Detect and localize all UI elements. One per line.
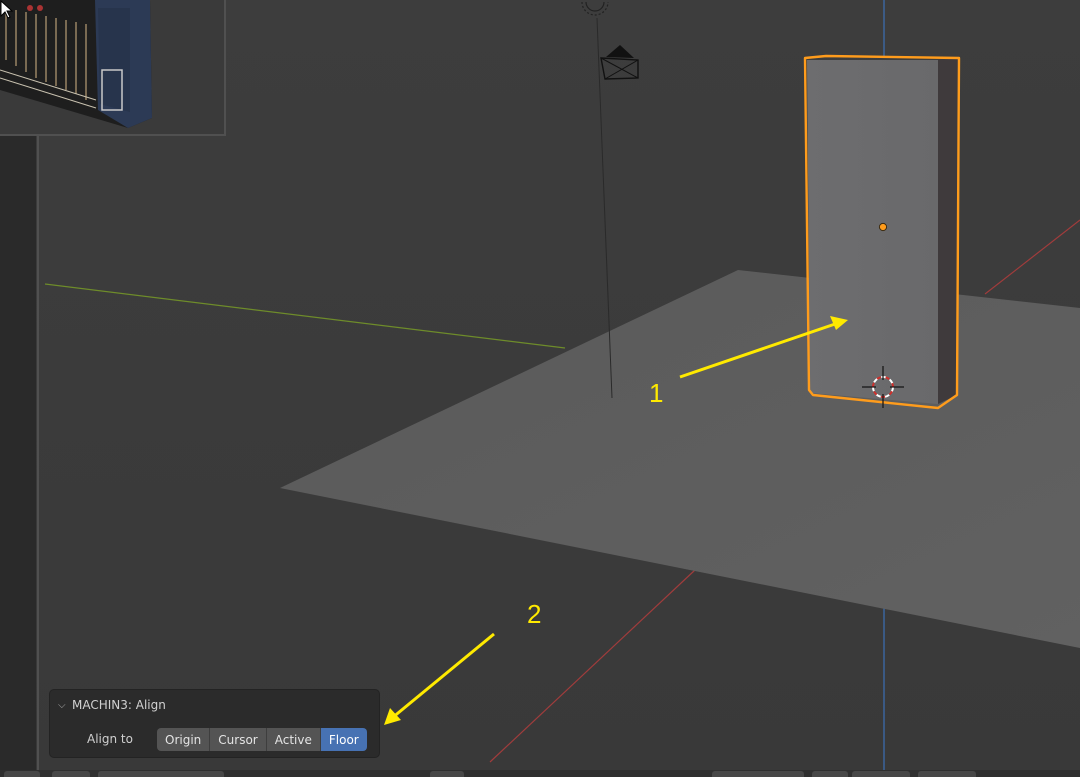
overlay-buttons[interactable] [852, 771, 910, 777]
transform-orientation-dropdown[interactable] [712, 771, 804, 777]
box-side-face [938, 58, 959, 404]
box-front-face[interactable] [807, 60, 938, 404]
interaction-mode-icon-button[interactable] [52, 771, 90, 777]
align-floor-button[interactable]: Floor [320, 728, 367, 751]
align-to-selector: Origin Cursor Active Floor [157, 728, 367, 751]
align-cursor-button[interactable]: Cursor [210, 728, 267, 751]
align-origin-button[interactable]: Origin [157, 728, 211, 751]
visibility-button[interactable] [812, 771, 848, 777]
3d-viewport[interactable]: 1 2 [0, 0, 1080, 777]
align-active-button[interactable]: Active [266, 728, 321, 751]
align-to-label: Align to [87, 732, 133, 746]
object-mode-dropdown[interactable] [98, 771, 224, 777]
adjust-last-operation-panel[interactable]: ⌵ MACHIN3: Align Align to Origin Cursor … [50, 690, 379, 757]
annotation-number-1: 1 [649, 378, 664, 408]
panel-header[interactable]: ⌵ MACHIN3: Align [58, 697, 166, 713]
reference-image [0, 0, 224, 134]
header-toggle-button[interactable] [430, 771, 464, 777]
chevron-down-icon[interactable]: ⌵ [58, 700, 72, 711]
panel-title: MACHIN3: Align [72, 698, 166, 712]
editor-type-button[interactable] [4, 771, 40, 777]
reference-image-thumbnail[interactable] [0, 0, 226, 136]
left-editor-edge [0, 134, 36, 770]
shading-buttons[interactable] [918, 771, 976, 777]
annotation-number-2: 2 [527, 599, 542, 629]
mouse-pointer-icon [0, 0, 14, 19]
viewport-header-bar [0, 770, 1080, 777]
object-origin-icon [878, 222, 888, 232]
